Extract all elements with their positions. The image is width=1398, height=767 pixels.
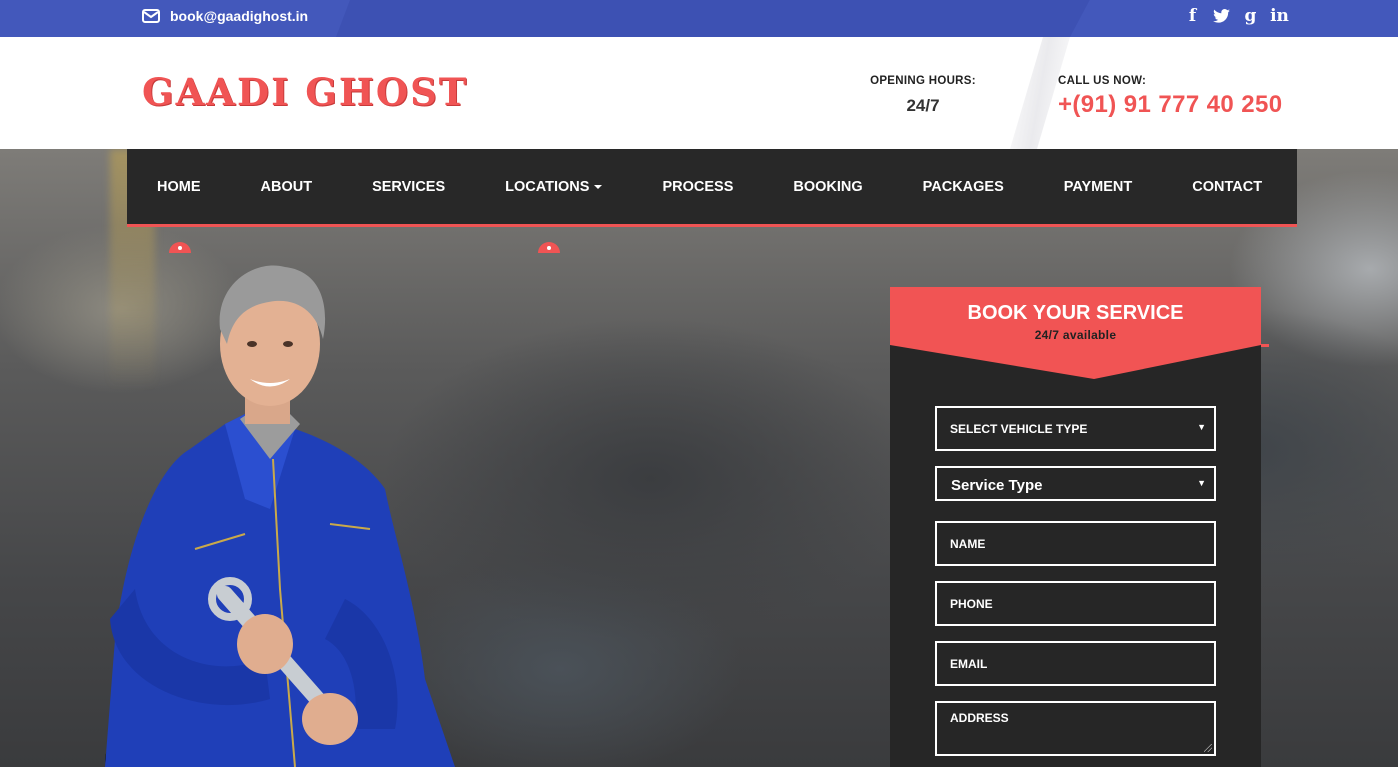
nav-item-payment-label: PAYMENT	[1063, 178, 1133, 195]
mechanic-image	[105, 265, 455, 767]
phone-field[interactable]: PHONE	[935, 581, 1216, 626]
call-us-number[interactable]: +(91) 91 777 40 250	[1058, 91, 1282, 119]
address-field[interactable]: ADDRESS	[935, 701, 1216, 756]
email-field[interactable]: EMAIL	[935, 641, 1216, 686]
top-bar: book@gaadighost.in f g in	[0, 0, 1398, 37]
caret-down-icon	[594, 184, 603, 189]
nav-item-services-label: SERVICES	[372, 178, 446, 195]
call-us: CALL US NOW: +(91) 91 777 40 250	[1058, 75, 1282, 119]
vehicle-type-select[interactable]: SELECT VEHICLE TYPE ▼	[935, 406, 1216, 451]
nav-item-payment[interactable]: PAYMENT	[1034, 179, 1163, 195]
nav-item-contact-label: CONTACT	[1192, 178, 1263, 195]
twitter-icon[interactable]	[1207, 6, 1236, 28]
nav-item-locations-label: LOCATIONS	[505, 178, 590, 195]
booking-title: BOOK YOUR SERVICE	[967, 302, 1184, 324]
email-placeholder: EMAIL	[950, 657, 988, 671]
service-type-select[interactable]: Service Type ▼	[935, 466, 1216, 501]
social-links: f g in	[1178, 6, 1294, 28]
dropdown-arrow-icon: ▼	[1197, 478, 1206, 488]
booking-panel: BOOK YOUR SERVICE 24/7 available SELECT …	[890, 287, 1269, 767]
google-plus-icon[interactable]: g	[1236, 6, 1265, 28]
nav-item-booking-label: BOOKING	[793, 178, 863, 195]
main-nav: HOME ABOUT SERVICES LOCATIONS PROCESS BO…	[127, 149, 1297, 253]
phone-placeholder: PHONE	[950, 597, 993, 611]
nav-item-locations[interactable]: LOCATIONS	[475, 178, 632, 253]
linkedin-icon[interactable]: in	[1265, 6, 1294, 28]
vehicle-type-value: SELECT VEHICLE TYPE	[950, 422, 1088, 436]
booking-subtitle: 24/7 available	[1034, 328, 1117, 342]
email-link[interactable]: book@gaadighost.in	[142, 8, 308, 24]
opening-hours: OPENING HOURS: 24/7	[864, 75, 982, 116]
email-text[interactable]: book@gaadighost.in	[170, 8, 308, 24]
nav-item-booking[interactable]: BOOKING	[763, 179, 892, 195]
nav-item-services[interactable]: SERVICES	[342, 179, 475, 195]
opening-hours-label: OPENING HOURS:	[870, 75, 976, 87]
nav-item-process-label: PROCESS	[662, 178, 734, 195]
site-header: GAADI GHOST OPENING HOURS: 24/7 CALL US …	[0, 37, 1398, 149]
nav-item-process[interactable]: PROCESS	[632, 179, 763, 195]
nav-item-home-label: HOME	[157, 178, 201, 195]
dropdown-arrow-icon: ▼	[1197, 422, 1206, 432]
nav-item-packages-label: PACKAGES	[922, 178, 1004, 195]
opening-hours-value: 24/7	[906, 96, 940, 115]
dropdown-indicator	[538, 241, 561, 253]
envelope-icon	[142, 9, 160, 23]
hero-section: HOME ABOUT SERVICES LOCATIONS PROCESS BO…	[0, 149, 1398, 767]
nav-item-about-label: ABOUT	[260, 178, 313, 195]
resize-handle[interactable]	[1204, 744, 1212, 752]
nav-item-contact[interactable]: CONTACT	[1162, 179, 1292, 195]
booking-ribbon-tip	[1261, 344, 1269, 347]
facebook-icon[interactable]: f	[1178, 6, 1207, 28]
name-field[interactable]: NAME	[935, 521, 1216, 566]
active-indicator	[169, 241, 191, 253]
name-placeholder: NAME	[950, 537, 986, 551]
nav-item-packages[interactable]: PACKAGES	[893, 179, 1034, 195]
site-logo[interactable]: GAADI GHOST	[142, 70, 468, 114]
service-type-value: Service Type	[951, 477, 1043, 494]
nav-item-home[interactable]: HOME	[127, 178, 231, 253]
nav-item-about[interactable]: ABOUT	[231, 179, 343, 195]
address-placeholder: ADDRESS	[950, 711, 1009, 725]
call-us-label: CALL US NOW:	[1058, 75, 1147, 87]
